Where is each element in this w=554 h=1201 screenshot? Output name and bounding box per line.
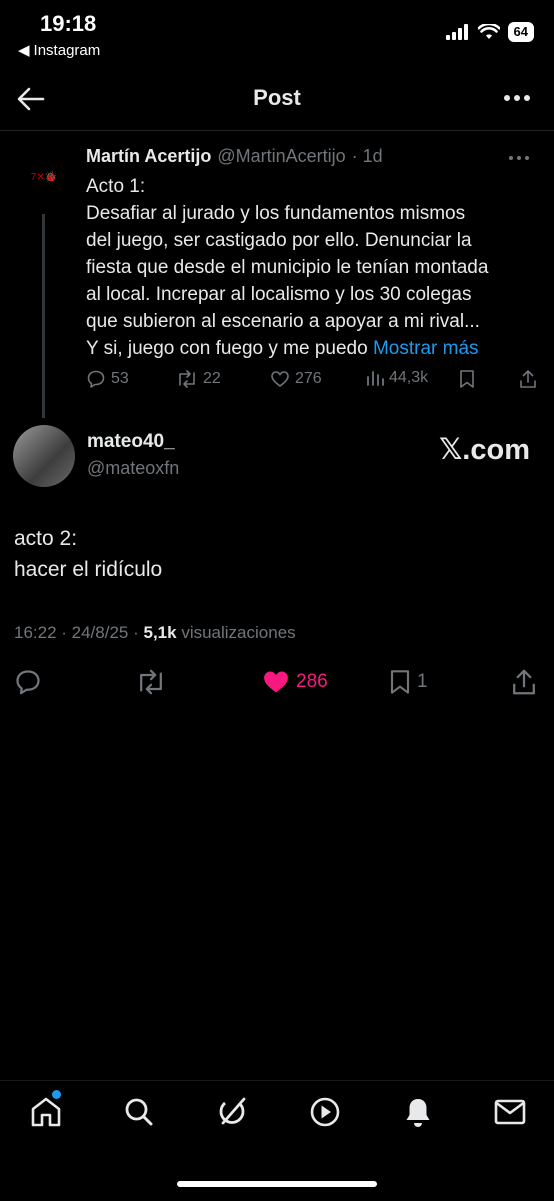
header-divider [0,130,554,131]
share-icon [513,669,535,695]
reply-icon [16,670,40,695]
home-indicator[interactable] [177,1181,377,1187]
heart-outline-icon [271,371,289,387]
show-more-link[interactable]: Mostrar más [373,338,479,359]
quoted-share-button[interactable] [518,369,538,389]
mail-icon [494,1099,526,1125]
quoted-author-name[interactable]: Martín Acertijo [86,146,211,167]
bookmark-button[interactable]: 1 [388,668,428,696]
status-time: 19:18 [40,11,97,36]
nav-notifications[interactable] [400,1094,436,1130]
share-button[interactable] [510,668,538,696]
quoted-views-button[interactable]: 44,3k [366,369,428,387]
back-triangle-icon: ◀ [18,42,30,59]
more-horizontal-icon [509,156,529,160]
status-icons: 64 [445,22,534,42]
home-icon [31,1097,61,1127]
quoted-view-count: 44,3k [389,369,429,386]
bookmark-count: 1 [417,671,428,692]
author-name[interactable]: mateo40_ [87,431,175,453]
back-app-label: Instagram [33,41,101,59]
wifi-icon [477,24,500,39]
post-text-line: hacer el ridículo [14,558,163,581]
back-to-app-link[interactable]: ◀ Instagram [18,41,101,60]
more-horizontal-icon [504,95,530,101]
quoted-repost-count: 22 [203,370,221,387]
post-action-bar: 286 1 [14,668,542,700]
like-count: 286 [296,671,328,692]
repost-icon [179,370,195,388]
quoted-like-count: 276 [295,370,322,387]
share-icon [520,370,536,388]
post-meta: 16:22 · 24/8/25 · 5,1k visualizaciones [14,623,296,643]
nav-search[interactable] [121,1094,157,1130]
quoted-header: Martín Acertijo @MartinAcertijo · 1d [86,146,383,167]
grok-icon [219,1097,246,1125]
quoted-bookmark-button[interactable] [458,369,476,389]
author-avatar[interactable] [13,425,75,487]
quoted-body-line: al local. Increpar al localismo y los 30… [86,284,472,305]
post-view-count: 5,1k [143,623,177,642]
thread-line [42,214,45,418]
battery-level: 64 [507,22,534,42]
quoted-post-time: · 1d [351,146,383,166]
page-title: Post [253,85,301,110]
quoted-reply-button[interactable]: 53 [86,369,129,389]
x-com-watermark: 𝕏.com [438,434,530,466]
heart-filled-icon [264,671,288,693]
quoted-author-handle[interactable]: @MartinAcertijo [217,146,345,167]
like-button[interactable]: 286 [261,668,328,696]
bell-icon [406,1099,430,1127]
quoted-body-line: del juego, ser castigado por ello. Denun… [86,230,472,251]
quoted-body-line: Acto 1: [86,176,146,197]
search-icon [125,1098,153,1126]
quoted-post-body: Acto 1: Desafiar al jurado y los fundame… [86,173,532,362]
reply-button[interactable] [14,668,42,696]
repost-button[interactable] [135,668,167,696]
quoted-avatar[interactable]: 7✕🐞 [26,160,62,196]
post-view-label: visualizaciones [181,623,296,642]
bookmark-icon [390,670,410,694]
cellular-signal-icon [445,24,468,40]
header-more-button[interactable] [502,86,532,110]
home-notification-dot [52,1090,61,1099]
post-text-line: acto 2: [14,527,78,550]
quoted-repost-button[interactable]: 22 [176,369,221,389]
quoted-action-bar: 53 22 276 44,3k [86,369,538,393]
nav-grok[interactable] [214,1094,250,1130]
nav-video[interactable] [307,1094,343,1130]
post-timestamp: 16:22 · 24/8/25 · [14,623,144,642]
nav-home[interactable] [28,1094,64,1130]
nav-messages[interactable] [492,1094,528,1130]
views-chart-icon [367,371,384,386]
quoted-body-line: que subieron al escenario a apoyar a mi … [86,311,480,332]
bookmark-icon [460,370,474,388]
quoted-body-last-line: Y si, juego con fuego y me puedo Mostrar… [86,335,532,362]
quoted-like-button[interactable]: 276 [270,369,322,389]
author-handle[interactable]: @mateoxfn [87,458,179,479]
quoted-body-line: Y si, juego con fuego y me puedo [86,338,368,359]
repost-icon [140,669,162,695]
video-play-icon [310,1097,340,1127]
post-text: acto 2: hacer el ridículo [14,523,162,585]
reply-icon [87,370,105,388]
quoted-more-button[interactable] [508,150,530,166]
quoted-body-line: Desafiar al jurado y los fundamentos mis… [86,203,466,224]
quoted-body-line: fiesta que desde el municipio le tenían … [86,257,489,278]
quoted-reply-count: 53 [111,370,129,387]
